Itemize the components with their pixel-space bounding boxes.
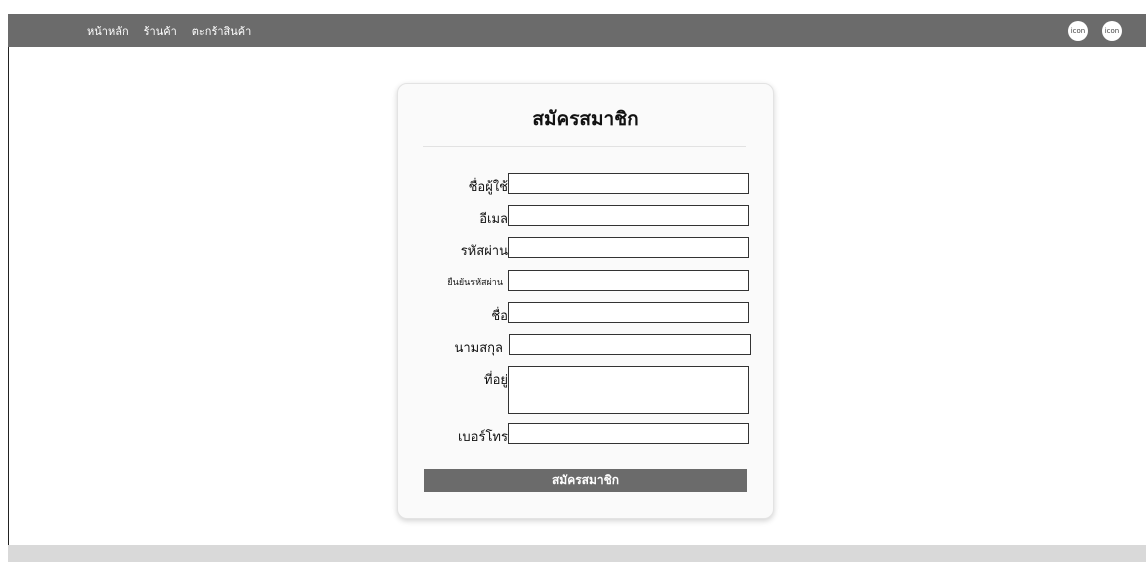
placeholder-icon[interactable]: icon <box>1068 21 1088 41</box>
nav-links: หน้าหลัก ร้านค้า ตะกร้าสินค้า <box>87 22 266 40</box>
placeholder-icon[interactable]: icon <box>1102 21 1122 41</box>
password-field[interactable] <box>508 237 749 258</box>
email-field[interactable] <box>508 205 749 226</box>
nav-link-home[interactable]: หน้าหลัก <box>87 22 129 40</box>
username-field[interactable] <box>508 173 749 194</box>
title-divider <box>423 146 746 147</box>
label-username: ชื่อผู้ใช้ <box>468 180 508 195</box>
register-submit-button[interactable]: สมัครสมาชิก <box>424 469 747 492</box>
confirm-password-field[interactable] <box>508 270 749 291</box>
page-frame-border <box>8 14 9 562</box>
nav-link-shop[interactable]: ร้านค้า <box>144 22 177 40</box>
top-navbar: หน้าหลัก ร้านค้า ตะกร้าสินค้า icon icon <box>8 14 1146 47</box>
top-margin <box>0 0 1146 14</box>
label-last-name: นามสกุล <box>454 341 503 356</box>
label-password: รหัสผ่าน <box>460 244 508 259</box>
first-name-field[interactable] <box>508 302 749 323</box>
address-field[interactable] <box>508 366 749 414</box>
form-title: สมัครสมาชิก <box>532 108 639 130</box>
nav-link-cart[interactable]: ตะกร้าสินค้า <box>192 22 252 40</box>
footer-bar <box>8 545 1146 562</box>
label-phone: เบอร์โทร <box>457 430 508 445</box>
phone-field[interactable] <box>508 423 749 444</box>
last-name-field[interactable] <box>509 334 751 355</box>
nav-icons: icon icon <box>1068 21 1122 41</box>
register-card: สมัครสมาชิก ชื่อผู้ใช้ อีเมล รหัสผ่าน ยื… <box>397 83 774 519</box>
label-email: อีเมล <box>479 212 508 227</box>
label-confirm-password: ยืนยันรหัสผ่าน <box>447 278 503 288</box>
label-address: ที่อยู่ <box>484 373 508 388</box>
label-first-name: ชื่อ <box>491 309 508 324</box>
